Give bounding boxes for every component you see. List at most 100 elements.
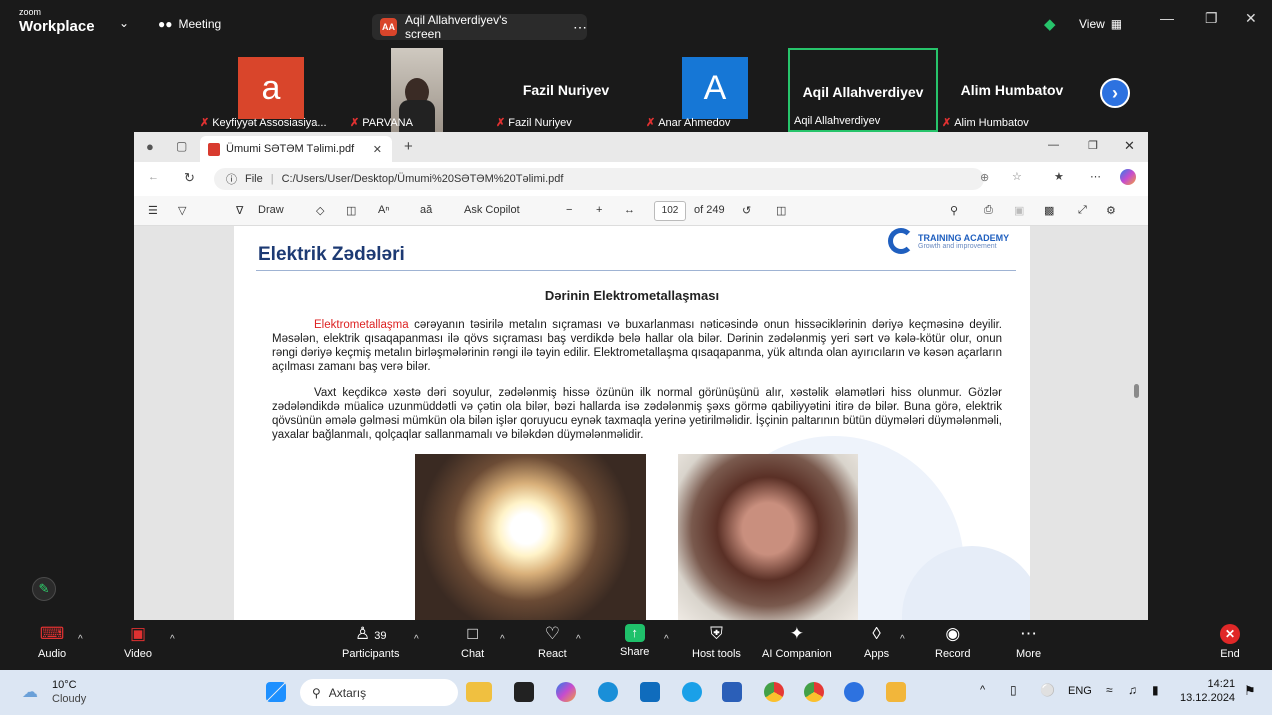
- close-icon[interactable]: ✕: [1245, 10, 1257, 27]
- skype-icon[interactable]: [682, 682, 702, 702]
- copilot-icon[interactable]: [556, 682, 576, 702]
- new-tab-icon[interactable]: +: [404, 138, 413, 155]
- zoom-out-icon[interactable]: −: [566, 204, 572, 216]
- participant-tile[interactable]: A ✗ Anar Ahmedov: [642, 48, 788, 132]
- zoom-in-icon[interactable]: +: [596, 204, 602, 216]
- ask-copilot-button[interactable]: Ask Copilot: [464, 204, 520, 216]
- outlook-icon[interactable]: [640, 682, 660, 702]
- audio-button[interactable]: ⌨ Audio: [38, 624, 66, 660]
- shield-check-icon[interactable]: ◆: [1044, 15, 1056, 33]
- host-tools-button[interactable]: ⛨ Host tools: [692, 624, 741, 660]
- share-button[interactable]: ↑ Share: [620, 624, 649, 658]
- video-button[interactable]: ▣ Video: [124, 624, 152, 660]
- search-icon[interactable]: ⚲: [950, 204, 958, 217]
- widget-mosque-icon[interactable]: [466, 682, 492, 702]
- copilot-icon[interactable]: [1120, 169, 1136, 185]
- tab-actions-icon[interactable]: ▢: [176, 139, 187, 153]
- windows-start-icon[interactable]: [266, 682, 286, 702]
- video-options-caret-icon[interactable]: ^: [170, 634, 175, 645]
- battery-status-icon[interactable]: ▮: [1152, 683, 1159, 697]
- end-button[interactable]: ✕ End: [1220, 624, 1240, 660]
- browser-tab[interactable]: Ümumi SƏTƏM Təlimi.pdf ✕: [200, 136, 392, 162]
- fullscreen-icon[interactable]: ⤢: [1078, 204, 1087, 217]
- favorites-icon[interactable]: ★: [1054, 170, 1064, 183]
- refresh-icon[interactable]: ↻: [184, 170, 195, 186]
- draw-pen-icon[interactable]: ∇: [236, 204, 243, 217]
- participant-tile[interactable]: ✗ PARVANA: [346, 48, 476, 132]
- pdf-viewer[interactable]: TRAINING ACADEMY Growth and improvement …: [134, 226, 1148, 620]
- restore-icon[interactable]: ❐: [1088, 139, 1098, 152]
- participant-tile[interactable]: a ✗ Keyfiyyət Assosiasiya...: [196, 48, 346, 132]
- share-caret-icon[interactable]: ^: [664, 634, 669, 645]
- minimize-icon[interactable]: —: [1048, 139, 1059, 151]
- react-caret-icon[interactable]: ^: [576, 634, 581, 645]
- participants-button[interactable]: ♙ 39 Participants: [342, 624, 399, 660]
- scrollbar-thumb[interactable]: [1134, 384, 1139, 398]
- apps-caret-icon[interactable]: ^: [900, 634, 905, 645]
- microphone-icon[interactable]: ⚪: [1040, 683, 1055, 697]
- battery-icon[interactable]: ▯: [1010, 683, 1017, 697]
- clock[interactable]: 14:21 13.12.2024: [1180, 677, 1235, 705]
- view-menu[interactable]: View ▦: [1079, 17, 1122, 31]
- favorite-star-icon[interactable]: ☆: [1012, 170, 1022, 183]
- settings-gear-icon[interactable]: ⚙: [1106, 204, 1116, 217]
- save-as-icon[interactable]: ▩: [1044, 204, 1054, 217]
- print-icon[interactable]: ⎙: [984, 204, 993, 217]
- audio-options-caret-icon[interactable]: ^: [78, 634, 83, 645]
- meeting-menu[interactable]: ●● Meeting: [158, 17, 221, 31]
- chrome-icon[interactable]: [764, 682, 784, 702]
- save-icon[interactable]: ▣: [1014, 204, 1024, 217]
- participants-caret-icon[interactable]: ^: [414, 634, 419, 645]
- taskbar-search[interactable]: ⚲ Axtarış: [300, 679, 458, 706]
- ai-companion-button[interactable]: ✦ AI Companion: [762, 624, 832, 660]
- zoom-app-icon[interactable]: [844, 682, 864, 702]
- language-indicator[interactable]: ENG: [1068, 685, 1092, 697]
- apps-button[interactable]: ◊ Apps: [864, 624, 889, 660]
- word-icon[interactable]: [722, 682, 742, 702]
- read-aloud-icon[interactable]: Aⁿ: [378, 204, 389, 216]
- notification-bell-icon[interactable]: ⚑: [1244, 683, 1256, 699]
- annotate-pencil-icon[interactable]: ✎: [32, 577, 56, 601]
- back-icon[interactable]: ←: [148, 171, 159, 183]
- text-box-icon[interactable]: ◫: [346, 204, 356, 217]
- heart-icon: ♡: [544, 624, 560, 643]
- next-page-arrow-icon[interactable]: ›: [1100, 78, 1130, 108]
- draw-label[interactable]: Draw: [258, 204, 284, 216]
- eraser-icon[interactable]: ◇: [316, 204, 324, 217]
- close-icon[interactable]: ✕: [1124, 138, 1135, 154]
- fit-page-icon[interactable]: ↔: [624, 204, 635, 216]
- translate-icon[interactable]: aă: [420, 204, 432, 216]
- zoom-icon[interactable]: ⊕: [980, 171, 989, 184]
- wifi-icon[interactable]: ≈: [1106, 683, 1113, 697]
- volume-icon[interactable]: ♫: [1128, 683, 1137, 697]
- contents-icon[interactable]: ☰: [148, 204, 158, 217]
- restore-icon[interactable]: ❐: [1205, 10, 1218, 27]
- minimize-icon[interactable]: —: [1160, 10, 1174, 26]
- screen-share-pill[interactable]: AA Aqil Allahverdiyev's screen ⋯: [372, 13, 587, 41]
- participant-tile-active-speaker[interactable]: Aqil Allahverdiyev Aqil Allahverdiyev: [788, 48, 938, 132]
- file-explorer-icon[interactable]: [886, 682, 906, 702]
- page-number-input[interactable]: 102: [654, 201, 686, 221]
- chevron-down-icon[interactable]: ⌄: [119, 16, 129, 30]
- chat-caret-icon[interactable]: ^: [500, 634, 505, 645]
- record-button[interactable]: ◉ Record: [935, 624, 970, 660]
- sparkle-icon: ✦: [789, 624, 804, 643]
- more-button[interactable]: ⋯ More: [1016, 624, 1041, 660]
- chat-button[interactable]: □ Chat: [461, 624, 484, 660]
- weather-widget[interactable]: 10°C Cloudy: [52, 678, 86, 706]
- participant-tile[interactable]: Fazil Nuriyev ✗ Fazil Nuriyev: [492, 48, 640, 132]
- rotate-icon[interactable]: ↺: [742, 204, 751, 217]
- react-button[interactable]: ♡ React: [538, 624, 567, 660]
- more-options-icon[interactable]: ⋯: [573, 19, 587, 36]
- participant-tile[interactable]: Alim Humbatov ✗ Alim Humbatov: [938, 48, 1086, 132]
- task-view-icon[interactable]: [514, 682, 534, 702]
- address-bar[interactable]: ⓘ File | C:/Users/User/Desktop/Ümumi%20S…: [214, 168, 984, 190]
- tab-close-icon[interactable]: ✕: [373, 143, 382, 156]
- page-view-icon[interactable]: ◫: [776, 204, 786, 217]
- chrome-canary-icon[interactable]: [804, 682, 824, 702]
- tray-overflow-icon[interactable]: ^: [980, 684, 985, 696]
- edge-icon[interactable]: [598, 682, 618, 702]
- more-icon[interactable]: ⋯: [1090, 170, 1101, 183]
- profile-icon[interactable]: ●: [146, 139, 154, 154]
- filter-icon[interactable]: ▽: [178, 204, 186, 217]
